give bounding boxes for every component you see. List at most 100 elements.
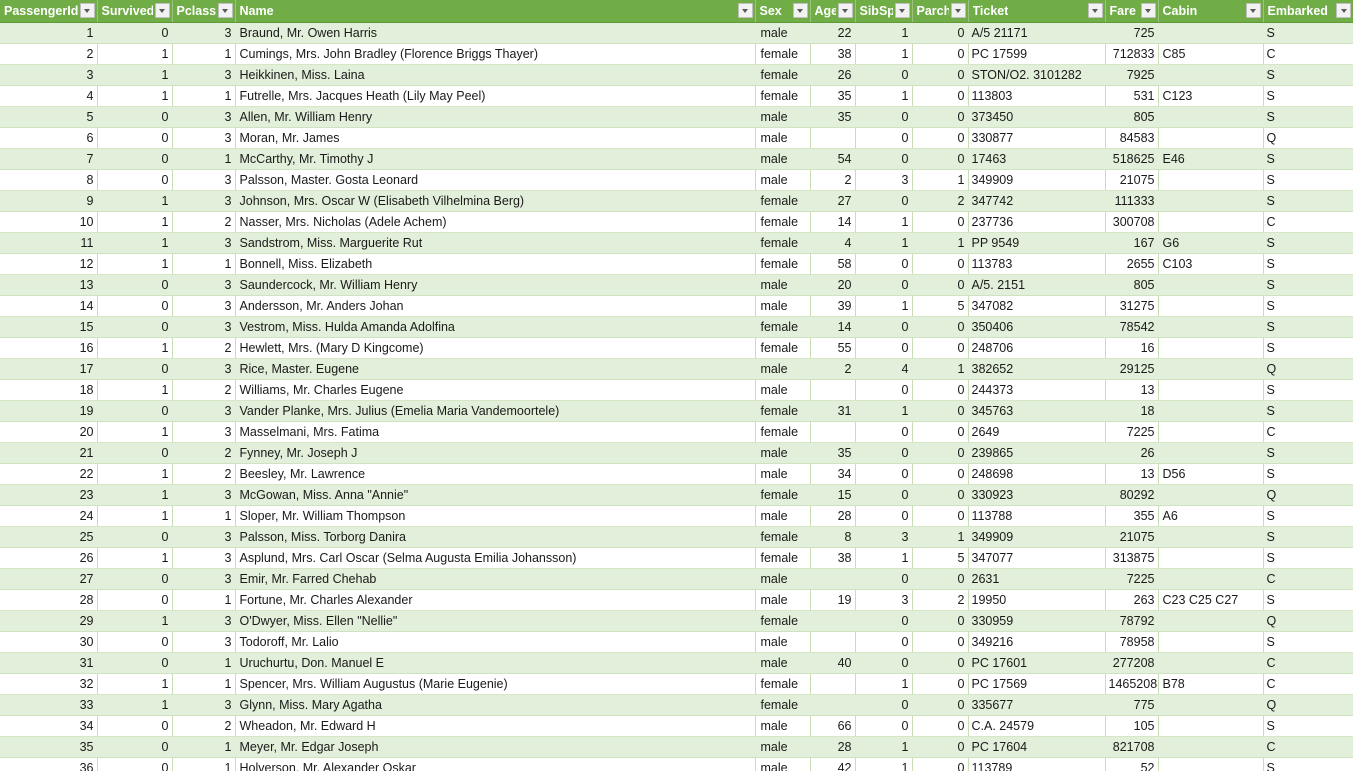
table-row[interactable]: 3 1 3 Heikkinen, Miss. Laina female 26 0 0 STON/… bbox=[0, 64, 1353, 86]
excel-data-grid[interactable]: PassengerId Survived Pclass Name Sex Age SibSp… bbox=[0, 0, 1353, 771]
cell-survived[interactable]: 0 bbox=[97, 736, 173, 758]
table-row[interactable]: 9 1 3 Johnson, Mrs. Oscar W (Elisabeth Vilh… bbox=[0, 190, 1353, 212]
cell-passengerid[interactable]: 29 bbox=[0, 610, 98, 632]
cell-survived[interactable]: 0 bbox=[97, 442, 173, 464]
cell-survived[interactable]: 0 bbox=[97, 106, 173, 128]
cell-cabin[interactable] bbox=[1158, 652, 1264, 674]
cell-passengerid[interactable]: 6 bbox=[0, 127, 98, 149]
cell-sex[interactable]: male bbox=[755, 463, 811, 485]
cell-embarked[interactable]: S bbox=[1263, 715, 1353, 737]
cell-survived[interactable]: 1 bbox=[97, 190, 173, 212]
cell-passengerid[interactable]: 9 bbox=[0, 190, 98, 212]
cell-fare[interactable]: 111333 bbox=[1105, 190, 1159, 212]
cell-name[interactable]: Nasser, Mrs. Nicholas (Adele Achem) bbox=[235, 211, 756, 233]
cell-sex[interactable]: male bbox=[755, 295, 811, 317]
cell-ticket[interactable]: 345763 bbox=[968, 400, 1106, 422]
table-row[interactable]: 21 0 2 Fynney, Mr. Joseph Jmale 35 0 0 239865 26… bbox=[0, 442, 1353, 464]
table-row[interactable]: 20 1 3 Masselmani, Mrs. Fatima female 0 0 2649 7… bbox=[0, 421, 1353, 443]
cell-sibsp[interactable]: 0 bbox=[855, 148, 913, 170]
cell-parch[interactable]: 0 bbox=[912, 148, 969, 170]
cell-age[interactable]: 35 bbox=[810, 85, 856, 107]
cell-name[interactable]: Asplund, Mrs. Carl Oscar (Selma Augusta … bbox=[235, 547, 756, 569]
cell-name[interactable]: Braund, Mr. Owen Harris bbox=[235, 22, 756, 44]
cell-name[interactable]: O'Dwyer, Miss. Ellen "Nellie" bbox=[235, 610, 756, 632]
cell-sex[interactable]: female bbox=[755, 337, 811, 359]
cell-sex[interactable]: male bbox=[755, 22, 811, 44]
cell-pclass[interactable]: 3 bbox=[172, 106, 236, 128]
cell-parch[interactable]: 0 bbox=[912, 211, 969, 233]
column-header-survived[interactable]: Survived bbox=[97, 0, 173, 23]
cell-pclass[interactable]: 2 bbox=[172, 442, 236, 464]
cell-parch[interactable]: 0 bbox=[912, 505, 969, 527]
cell-parch[interactable]: 5 bbox=[912, 547, 969, 569]
cell-pclass[interactable]: 3 bbox=[172, 316, 236, 338]
filter-dropdown-ticket[interactable] bbox=[1087, 3, 1103, 19]
cell-cabin[interactable]: G6 bbox=[1158, 232, 1264, 254]
cell-name[interactable]: Fortune, Mr. Charles Alexander bbox=[235, 589, 756, 611]
cell-age[interactable]: 28 bbox=[810, 505, 856, 527]
cell-passengerid[interactable]: 31 bbox=[0, 652, 98, 674]
cell-ticket[interactable]: 2649 bbox=[968, 421, 1106, 443]
cell-passengerid[interactable]: 33 bbox=[0, 694, 98, 716]
cell-sex[interactable]: female bbox=[755, 673, 811, 695]
cell-fare[interactable]: 84583 bbox=[1105, 127, 1159, 149]
cell-sibsp[interactable]: 0 bbox=[855, 274, 913, 296]
cell-name[interactable]: Fynney, Mr. Joseph J bbox=[235, 442, 756, 464]
cell-passengerid[interactable]: 27 bbox=[0, 568, 98, 590]
cell-survived[interactable]: 0 bbox=[97, 148, 173, 170]
cell-age[interactable] bbox=[810, 673, 856, 695]
cell-fare[interactable]: 805 bbox=[1105, 106, 1159, 128]
cell-passengerid[interactable]: 12 bbox=[0, 253, 98, 275]
table-row[interactable]: 13 0 3 Saundercock, Mr. William Henry male 20… bbox=[0, 274, 1353, 296]
table-row[interactable]: 1 0 3 Braund, Mr. Owen Harris male 22 1 0 A/5 21… bbox=[0, 22, 1353, 44]
cell-embarked[interactable]: S bbox=[1263, 337, 1353, 359]
cell-survived[interactable]: 1 bbox=[97, 673, 173, 695]
table-row[interactable]: 6 0 3 Moran, Mr. James male 0 0 330877 84583 Q bbox=[0, 127, 1353, 149]
table-row[interactable]: 2 1 1 Cumings, Mrs. John Bradley (Florence … bbox=[0, 43, 1353, 65]
cell-fare[interactable]: 18 bbox=[1105, 400, 1159, 422]
cell-age[interactable]: 40 bbox=[810, 652, 856, 674]
table-row[interactable]: 4 1 1 Futrelle, Mrs. Jacques Heath (Lily Ma… bbox=[0, 85, 1353, 107]
cell-ticket[interactable]: PP 9549 bbox=[968, 232, 1106, 254]
cell-embarked[interactable]: S bbox=[1263, 400, 1353, 422]
cell-passengerid[interactable]: 22 bbox=[0, 463, 98, 485]
cell-fare[interactable]: 78958 bbox=[1105, 631, 1159, 653]
table-row[interactable]: 23 1 3 McGowan, Miss. Anna "Annie" female 15 0… bbox=[0, 484, 1353, 506]
cell-cabin[interactable]: C85 bbox=[1158, 43, 1264, 65]
cell-age[interactable]: 54 bbox=[810, 148, 856, 170]
cell-age[interactable]: 38 bbox=[810, 547, 856, 569]
cell-cabin[interactable] bbox=[1158, 694, 1264, 716]
cell-name[interactable]: Palsson, Miss. Torborg Danira bbox=[235, 526, 756, 548]
cell-sibsp[interactable]: 1 bbox=[855, 211, 913, 233]
cell-fare[interactable]: 263 bbox=[1105, 589, 1159, 611]
table-row[interactable]: 10 1 2 Nasser, Mrs. Nicholas (Adele Achem) f… bbox=[0, 211, 1353, 233]
cell-survived[interactable]: 1 bbox=[97, 43, 173, 65]
cell-age[interactable]: 42 bbox=[810, 757, 856, 771]
filter-dropdown-passengerid[interactable] bbox=[79, 3, 95, 19]
cell-name[interactable]: Emir, Mr. Farred Chehab bbox=[235, 568, 756, 590]
cell-name[interactable]: Andersson, Mr. Anders Johan bbox=[235, 295, 756, 317]
cell-sibsp[interactable]: 1 bbox=[855, 232, 913, 254]
cell-sex[interactable]: female bbox=[755, 526, 811, 548]
cell-sibsp[interactable]: 0 bbox=[855, 484, 913, 506]
cell-pclass[interactable]: 3 bbox=[172, 568, 236, 590]
cell-embarked[interactable]: S bbox=[1263, 589, 1353, 611]
cell-passengerid[interactable]: 19 bbox=[0, 400, 98, 422]
table-row[interactable]: 11 1 3 Sandstrom, Miss. Marguerite Rut femal… bbox=[0, 232, 1353, 254]
cell-passengerid[interactable]: 34 bbox=[0, 715, 98, 737]
cell-passengerid[interactable]: 23 bbox=[0, 484, 98, 506]
cell-name[interactable]: Sandstrom, Miss. Marguerite Rut bbox=[235, 232, 756, 254]
cell-embarked[interactable]: S bbox=[1263, 505, 1353, 527]
cell-sex[interactable]: female bbox=[755, 610, 811, 632]
cell-survived[interactable]: 0 bbox=[97, 400, 173, 422]
cell-cabin[interactable] bbox=[1158, 106, 1264, 128]
cell-parch[interactable]: 0 bbox=[912, 421, 969, 443]
cell-sibsp[interactable]: 0 bbox=[855, 337, 913, 359]
cell-age[interactable]: 58 bbox=[810, 253, 856, 275]
cell-age[interactable]: 39 bbox=[810, 295, 856, 317]
cell-cabin[interactable] bbox=[1158, 274, 1264, 296]
cell-age[interactable] bbox=[810, 568, 856, 590]
cell-name[interactable]: Vander Planke, Mrs. Julius (Emelia Maria… bbox=[235, 400, 756, 422]
cell-cabin[interactable] bbox=[1158, 64, 1264, 86]
cell-passengerid[interactable]: 28 bbox=[0, 589, 98, 611]
